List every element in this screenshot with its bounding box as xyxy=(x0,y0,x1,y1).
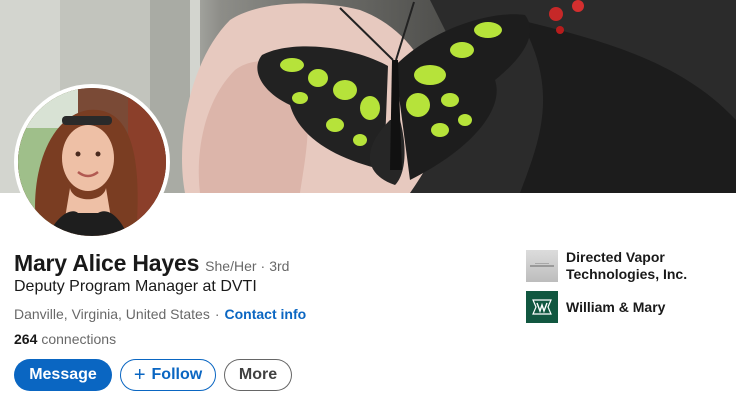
company-logo-icon xyxy=(526,250,558,282)
company-name: Directed Vapor Technologies, Inc. xyxy=(566,249,688,282)
profile-location: Danville, Virginia, United States xyxy=(14,306,210,322)
pronouns: She/Her xyxy=(205,258,257,274)
contact-info-link[interactable]: Contact info xyxy=(225,306,307,322)
profile-actions: Message + Follow More xyxy=(14,359,292,391)
message-button[interactable]: Message xyxy=(14,359,112,391)
profile-avatar[interactable] xyxy=(14,84,170,240)
separator-dot: · xyxy=(260,258,266,274)
education-link[interactable]: William & Mary xyxy=(526,291,726,323)
separator-dot: · xyxy=(214,306,220,322)
more-button[interactable]: More xyxy=(224,359,292,391)
current-company-link[interactable]: Directed Vapor Technologies, Inc. xyxy=(526,249,726,283)
follow-button[interactable]: + Follow xyxy=(120,359,216,391)
profile-headline: Deputy Program Manager at DVTI xyxy=(14,278,257,295)
follow-label: Follow xyxy=(151,366,203,383)
plus-icon: + xyxy=(133,364,146,386)
location-row: Danville, Virginia, United States · Cont… xyxy=(14,306,306,322)
connection-degree: 3rd xyxy=(269,258,290,274)
profile-organizations: Directed Vapor Technologies, Inc. Willia… xyxy=(526,249,726,331)
profile-name-row: Mary Alice Hayes She/Her · 3rd xyxy=(14,250,289,277)
profile-name: Mary Alice Hayes xyxy=(14,250,200,276)
profile-photo-image xyxy=(18,88,166,236)
connections-link[interactable]: 264 connections xyxy=(14,331,116,347)
school-logo-icon xyxy=(526,291,558,323)
connections-count: 264 xyxy=(14,331,38,347)
connections-label: connections xyxy=(41,331,117,347)
school-name: William & Mary xyxy=(566,298,666,315)
